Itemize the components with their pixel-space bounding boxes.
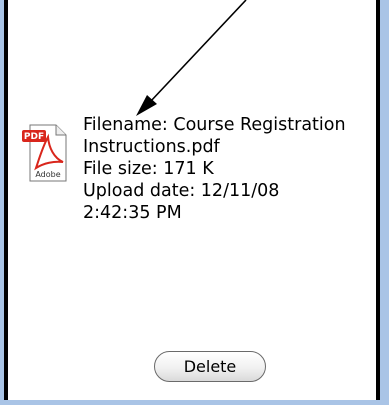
annotation-arrow <box>136 0 247 116</box>
